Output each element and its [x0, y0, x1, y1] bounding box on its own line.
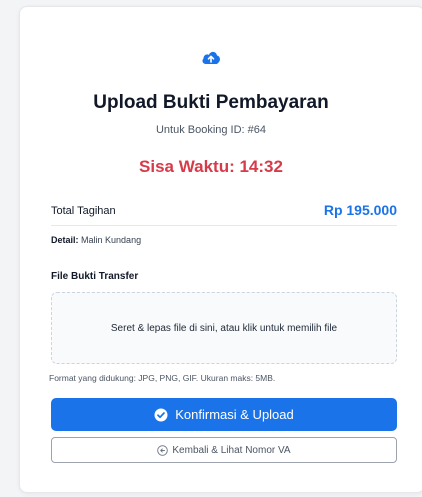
dropzone-text: Seret & lepas file di sini, atau klik un… [110, 322, 338, 334]
file-dropzone[interactable]: Seret & lepas file di sini, atau klik un… [51, 292, 397, 364]
page-title: Upload Bukti Pembayaran [93, 92, 329, 113]
format-note: Format yang didukung: JPG, PNG, GIF. Uku… [49, 373, 276, 383]
detail-label: Detail: [51, 235, 79, 245]
countdown-timer: Sisa Waktu: 14:32 [139, 157, 283, 176]
check-circle-icon [154, 408, 168, 422]
arrow-circle-left-icon [157, 444, 169, 456]
total-row: Total Tagihan Rp 195.000 [51, 202, 397, 226]
back-view-va-button[interactable]: Kembali & Lihat Nomor VA [51, 437, 397, 463]
total-label: Total Tagihan [51, 205, 116, 217]
total-value: Rp 195.000 [323, 202, 397, 218]
cloud-upload-icon [201, 48, 221, 66]
back-view-va-label: Kembali & Lihat Nomor VA [172, 444, 291, 456]
confirm-upload-label: Konfirmasi & Upload [175, 407, 294, 422]
confirm-upload-button[interactable]: Konfirmasi & Upload [51, 398, 397, 431]
billing-detail: Detail: Malin Kundang [51, 235, 141, 245]
file-label: File Bukti Transfer [51, 271, 139, 282]
booking-id-subtitle: Untuk Booking ID: #64 [155, 124, 267, 136]
detail-value: Malin Kundang [81, 235, 142, 245]
